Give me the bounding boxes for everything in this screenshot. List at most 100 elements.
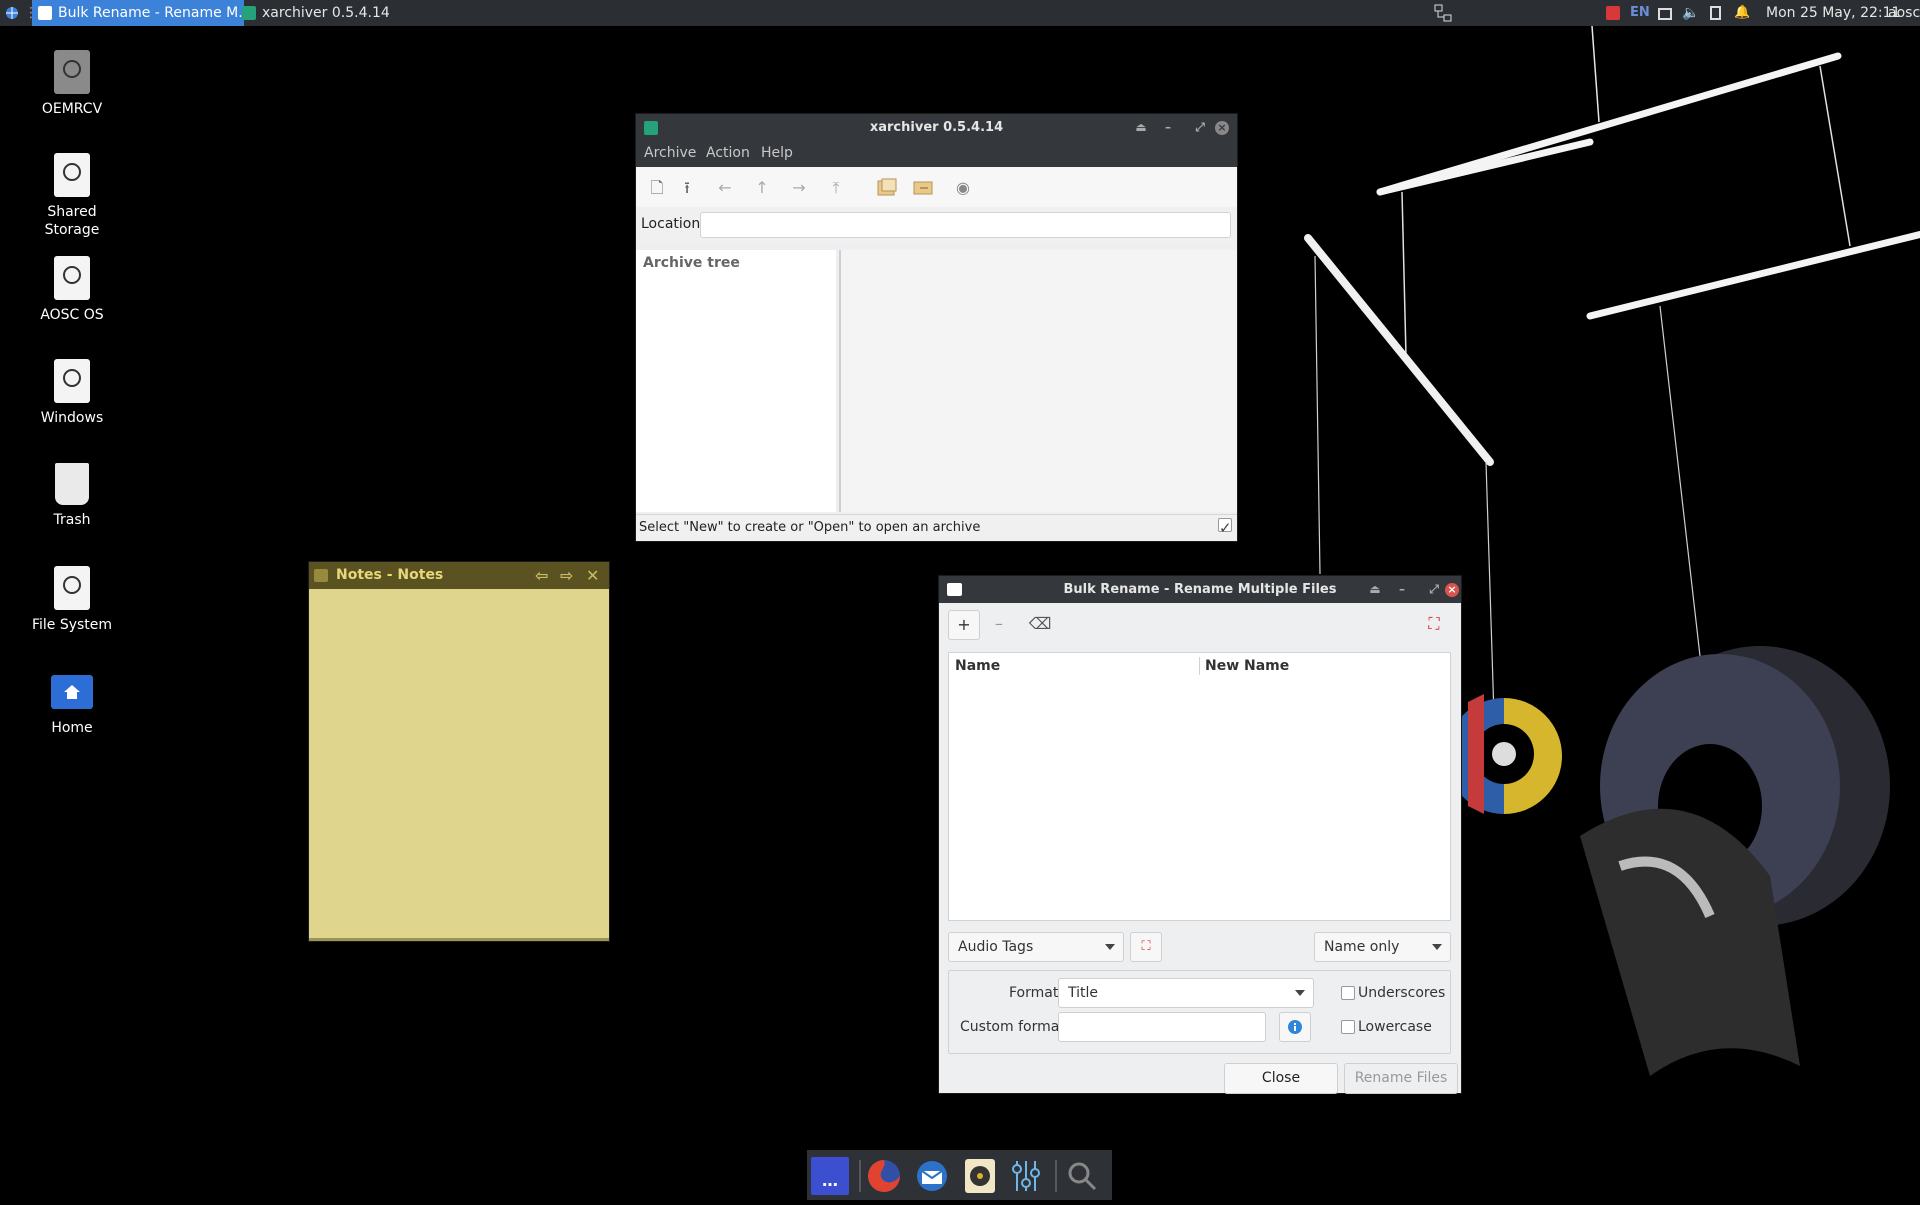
dock-separator bbox=[1055, 1160, 1057, 1192]
display-icon[interactable] bbox=[1658, 8, 1672, 20]
desktop-icon-label: Windows bbox=[40, 410, 104, 426]
show-apps-icon[interactable]: … bbox=[811, 1157, 849, 1195]
previous-note-icon[interactable]: ⇦ bbox=[535, 562, 548, 589]
drive-icon bbox=[54, 50, 90, 94]
user-menu[interactable]: aosc bbox=[1888, 0, 1920, 26]
app-icon bbox=[644, 121, 658, 135]
menu-archive[interactable]: Archive bbox=[644, 145, 696, 161]
next-note-icon[interactable]: ⇨ bbox=[560, 562, 573, 589]
keyboard-layout-indicator[interactable]: EN bbox=[1630, 0, 1650, 26]
minimize-button[interactable]: – bbox=[1157, 114, 1179, 141]
archive-content-pane[interactable] bbox=[839, 250, 1237, 512]
stop-icon[interactable]: ◉ bbox=[952, 177, 974, 199]
menu-action[interactable]: Action bbox=[706, 145, 750, 161]
underscores-label: Underscores bbox=[1358, 985, 1446, 1001]
renamer-help-button[interactable]: ⛶ bbox=[1130, 932, 1162, 962]
title-bar[interactable]: xarchiver 0.5.4.14 ⏏ – ⤢ × bbox=[636, 114, 1237, 141]
thunderbird-icon[interactable] bbox=[913, 1157, 951, 1195]
info-icon bbox=[1288, 1020, 1302, 1034]
rename-files-button[interactable]: Rename Files bbox=[1344, 1063, 1458, 1094]
trash-icon bbox=[55, 463, 89, 505]
desktop-icon-trash[interactable]: Trash bbox=[22, 463, 122, 529]
xarchiver-window: xarchiver 0.5.4.14 ⏏ – ⤢ × Archive Actio… bbox=[636, 114, 1237, 541]
desktop-icon-label: File System bbox=[31, 617, 113, 633]
forward-icon[interactable]: → bbox=[788, 177, 810, 199]
back-icon[interactable]: ← bbox=[714, 177, 736, 199]
help-button[interactable]: ⛶ bbox=[1419, 610, 1449, 638]
desktop-icon-shared-storage[interactable]: Shared Storage bbox=[22, 153, 122, 239]
rhythmbox-icon[interactable] bbox=[961, 1157, 999, 1195]
chevron-down-icon bbox=[1295, 990, 1305, 996]
close-button-bottom[interactable]: Close bbox=[1224, 1063, 1338, 1094]
renamer-select[interactable]: Audio Tags bbox=[948, 932, 1124, 962]
new-archive-icon[interactable]: 🗋 bbox=[646, 177, 668, 199]
shade-button[interactable]: ⏏ bbox=[1130, 114, 1152, 141]
close-button[interactable]: × bbox=[1441, 576, 1463, 603]
desktop-icon-oemrcv[interactable]: OEMRCV bbox=[22, 50, 122, 118]
add-files-button[interactable]: + bbox=[948, 610, 980, 640]
file-list-table[interactable]: Name New Name bbox=[948, 652, 1451, 921]
close-icon: × bbox=[1215, 120, 1229, 135]
open-archive-icon[interactable]: ⭱ bbox=[676, 177, 698, 199]
lifebuoy-icon: ⛶ bbox=[1428, 614, 1440, 633]
volume-icon[interactable]: 🔈 bbox=[1682, 0, 1699, 26]
desktop-icon-windows[interactable]: Windows bbox=[22, 359, 122, 427]
custom-format-info-button[interactable] bbox=[1279, 1012, 1311, 1042]
close-button[interactable]: × bbox=[1211, 114, 1233, 141]
format-label: Format: bbox=[1009, 985, 1064, 1001]
workspace-switcher-icon[interactable] bbox=[1430, 0, 1456, 26]
menu-bar: Archive Action Help bbox=[636, 141, 1237, 167]
audio-tags-options: Format: Title Underscores Custom format:… bbox=[948, 970, 1451, 1054]
notification-bell-icon[interactable]: 🔔 bbox=[1734, 0, 1750, 26]
search-icon[interactable] bbox=[1063, 1157, 1101, 1195]
location-input[interactable] bbox=[700, 212, 1231, 238]
sticky-notes-tray-icon[interactable] bbox=[1606, 6, 1620, 20]
status-ok-icon: ✓ bbox=[1218, 518, 1232, 537]
archive-tree-pane[interactable]: Archive tree bbox=[636, 250, 836, 512]
format-select[interactable]: Title bbox=[1058, 978, 1314, 1008]
title-bar[interactable]: Bulk Rename - Rename Multiple Files ⏏ – … bbox=[939, 576, 1461, 603]
drive-icon bbox=[54, 256, 90, 300]
taskbar-item-xarchiver[interactable]: xarchiver 0.5.4.14 bbox=[236, 0, 438, 26]
clear-list-button[interactable]: ⌫ bbox=[1025, 610, 1055, 638]
maximize-button[interactable]: ⤢ bbox=[1189, 114, 1211, 141]
up-icon[interactable]: ↑ bbox=[751, 177, 773, 199]
desktop-icon-home[interactable]: Home bbox=[22, 675, 122, 737]
desktop-icon-file-system[interactable]: File System bbox=[22, 566, 122, 634]
taskbar-item-bulk-rename[interactable]: Bulk Rename - Rename M... bbox=[32, 0, 244, 26]
extract-files-icon[interactable] bbox=[912, 177, 934, 199]
battery-icon[interactable] bbox=[1710, 6, 1721, 20]
desktop-icon-label: OEMRCV bbox=[41, 101, 103, 117]
notes-title-bar[interactable]: Notes - Notes ⇦ ⇨ ✕ bbox=[309, 562, 609, 589]
column-header-new-name[interactable]: New Name bbox=[1205, 653, 1289, 679]
notes-window[interactable]: Notes - Notes ⇦ ⇨ ✕ bbox=[309, 562, 609, 941]
xarchiver-icon bbox=[242, 6, 256, 20]
plus-icon: + bbox=[957, 615, 971, 634]
column-header-name[interactable]: Name bbox=[955, 653, 1000, 679]
firefox-icon[interactable] bbox=[865, 1157, 903, 1195]
status-bar: Select "New" to create or "Open" to open… bbox=[636, 514, 1237, 541]
remove-files-button[interactable]: – bbox=[984, 610, 1014, 638]
desktop-icon-aosc-os[interactable]: AOSC OS bbox=[22, 256, 122, 324]
close-icon[interactable]: ✕ bbox=[586, 562, 599, 589]
app-menu-icon[interactable] bbox=[4, 0, 20, 26]
underscores-checkbox[interactable] bbox=[1341, 986, 1355, 1000]
desktop-icon-label: Trash bbox=[53, 512, 91, 528]
settings-mixer-icon[interactable] bbox=[1007, 1157, 1045, 1195]
shade-button[interactable]: ⏏ bbox=[1364, 576, 1386, 603]
minus-icon: – bbox=[995, 614, 1003, 633]
menu-help[interactable]: Help bbox=[761, 145, 793, 161]
custom-format-input[interactable] bbox=[1058, 1012, 1266, 1042]
location-label: Location: bbox=[641, 216, 705, 232]
rename-scope-select[interactable]: Name only bbox=[1314, 932, 1451, 962]
notes-tab-bar bbox=[309, 938, 609, 941]
clock[interactable]: Mon 25 May, 22:11 bbox=[1766, 0, 1900, 26]
home-dir-icon[interactable]: ⤒ bbox=[825, 177, 847, 199]
minimize-button[interactable]: – bbox=[1391, 576, 1413, 603]
lowercase-label: Lowercase bbox=[1358, 1019, 1432, 1035]
dock: … bbox=[807, 1150, 1112, 1200]
top-panel: ⋮ Bulk Rename - Rename M... xarchiver 0.… bbox=[0, 0, 1920, 26]
lifebuoy-icon: ⛶ bbox=[1141, 939, 1151, 954]
lowercase-checkbox[interactable] bbox=[1341, 1020, 1355, 1034]
add-files-icon[interactable] bbox=[876, 177, 898, 199]
